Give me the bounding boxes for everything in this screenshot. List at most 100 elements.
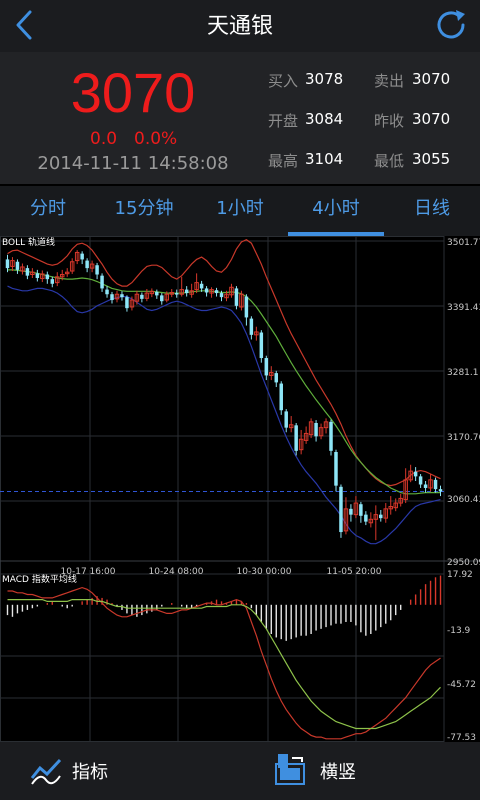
candle — [339, 484, 343, 538]
candle-body — [160, 295, 164, 302]
boll-middle-line — [7, 269, 441, 495]
candles — [5, 250, 443, 541]
top-bar: 天通银 — [0, 0, 480, 52]
tab-daily[interactable]: 日线 — [384, 186, 480, 232]
period-tabs: 分时 15分钟 1小时 4小时 日线 — [0, 186, 480, 236]
tab-15min[interactable]: 15分钟 — [96, 186, 192, 232]
candle-body — [85, 260, 89, 269]
low-label: 最低 — [374, 152, 405, 170]
refresh-icon[interactable] — [432, 6, 470, 44]
candle — [10, 257, 15, 272]
candle-body — [418, 476, 423, 485]
candle-body — [259, 332, 264, 359]
candle-body — [174, 293, 179, 295]
candle — [20, 263, 25, 275]
candle-body — [359, 504, 363, 516]
candle — [100, 273, 104, 292]
price-axis-label: 3281.1 — [447, 368, 479, 378]
candle — [288, 416, 294, 433]
candle — [393, 498, 398, 512]
candle — [398, 493, 403, 507]
indicator-icon — [30, 758, 62, 785]
prev-close-label: 昨收 — [374, 112, 405, 130]
candle — [303, 426, 309, 444]
tab-4hour[interactable]: 4小时 — [288, 186, 384, 232]
candle-body — [184, 289, 189, 294]
candle — [403, 468, 408, 504]
candle — [294, 423, 298, 456]
candle-body — [379, 514, 383, 519]
candle — [249, 316, 254, 340]
candle — [74, 250, 80, 265]
candle-body — [314, 423, 318, 437]
candle — [69, 258, 75, 274]
candle-body — [339, 486, 343, 533]
candle-body — [279, 383, 283, 411]
candle-body — [105, 289, 109, 295]
candle — [408, 464, 413, 483]
price-axis-label: 3391.43 — [447, 303, 480, 313]
candle-body — [120, 294, 124, 298]
high-value: 3104 — [305, 150, 344, 168]
candle-body — [100, 275, 104, 289]
candle-body — [244, 296, 249, 318]
kline-chart[interactable]: 3501.77 3391.43 3281.1 3170.76 3060.43 2950.0… — [0, 236, 480, 742]
candle — [125, 295, 129, 312]
boll-lower-line — [7, 285, 441, 545]
candle — [114, 290, 120, 303]
candle-body — [413, 471, 418, 477]
time-axis-label: 11-05 20:00 — [327, 567, 382, 577]
candle — [343, 497, 349, 535]
price-change: 0.0 — [90, 129, 118, 149]
candle — [279, 381, 283, 415]
candle — [438, 485, 443, 497]
candle — [229, 283, 234, 298]
candle — [308, 418, 314, 439]
low-value: 3055 — [412, 150, 451, 168]
macd-axis-label: -77.53 — [447, 733, 476, 742]
candle — [298, 429, 304, 455]
candle — [194, 273, 199, 294]
candle — [433, 477, 438, 493]
candle — [368, 512, 374, 528]
candle-body — [349, 508, 353, 515]
candle — [55, 272, 60, 287]
macd-axis-label: -13.9 — [447, 626, 471, 636]
candle — [25, 265, 30, 280]
indicator-button[interactable]: 指标 — [0, 742, 240, 800]
time-axis-label: 10-24 08:00 — [149, 567, 204, 577]
candle — [349, 504, 353, 522]
macd-title: MACD 指数平均线 — [2, 573, 77, 585]
candle — [323, 418, 329, 434]
candle-body — [219, 293, 224, 298]
candle-body — [50, 279, 55, 284]
candle — [95, 262, 99, 280]
candle-body — [274, 373, 279, 383]
orientation-button[interactable]: 横竖 — [240, 742, 480, 800]
chart-frame — [0, 236, 445, 742]
indicator-label: 指标 — [72, 762, 108, 783]
candle — [318, 423, 324, 440]
macd-panel — [6, 575, 442, 740]
candle-body — [155, 291, 159, 296]
tab-timeshare[interactable]: 分时 — [0, 186, 96, 232]
candle — [413, 467, 418, 482]
candle — [254, 326, 259, 341]
candle — [189, 283, 194, 298]
tab-1hour[interactable]: 1小时 — [192, 186, 288, 232]
candle — [85, 258, 89, 273]
macd-axis-label: -45.72 — [447, 680, 476, 690]
candle-body — [438, 489, 443, 492]
candle — [423, 481, 428, 493]
candle — [388, 496, 393, 515]
candle — [418, 474, 423, 488]
last-price: 3070 — [70, 61, 196, 124]
boll-title: BOLL 轨道线 — [2, 236, 55, 248]
candle — [15, 259, 20, 274]
candle-body — [249, 318, 254, 335]
candle-body — [264, 358, 269, 376]
candle-body — [214, 290, 219, 294]
candle-body — [140, 294, 144, 299]
page-title: 天通银 — [206, 14, 273, 39]
candle — [120, 291, 124, 301]
